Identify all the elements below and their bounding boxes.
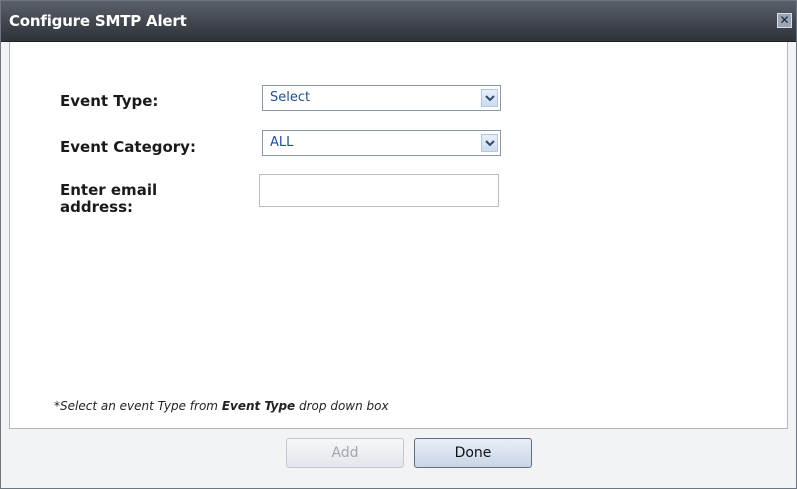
email-address-input[interactable]	[259, 174, 499, 207]
done-button[interactable]: Done	[414, 438, 532, 468]
chevron-down-icon[interactable]	[481, 89, 498, 107]
configure-smtp-alert-dialog: Configure SMTP Alert ✕ Event Type: Selec…	[0, 0, 797, 489]
event-type-select[interactable]: Select	[262, 85, 501, 111]
email-address-label: Enter email address:	[60, 182, 157, 216]
event-type-selected-value: Select	[270, 90, 311, 105]
event-category-selected-value: ALL	[270, 135, 294, 150]
close-icon[interactable]: ✕	[777, 13, 792, 28]
dialog-title: Configure SMTP Alert	[9, 12, 187, 30]
event-category-label: Event Category:	[60, 138, 196, 156]
dialog-titlebar[interactable]: Configure SMTP Alert ✕	[1, 1, 796, 42]
footnote-emphasis: Event Type	[221, 399, 296, 413]
chevron-down-icon[interactable]	[481, 134, 498, 152]
email-label-line1: Enter email	[60, 181, 158, 199]
email-label-line2: address:	[60, 198, 134, 216]
event-type-label: Event Type:	[60, 92, 159, 110]
event-category-select[interactable]: ALL	[262, 130, 501, 156]
dialog-content: Event Type: Select Event Category: ALL E…	[9, 42, 788, 429]
footnote-suffix: drop down box	[295, 399, 389, 413]
add-button[interactable]: Add	[286, 438, 404, 468]
footnote-hint: *Select an event Type from Event Type dr…	[54, 399, 389, 413]
footnote-prefix: *Select an event Type from	[54, 399, 222, 413]
